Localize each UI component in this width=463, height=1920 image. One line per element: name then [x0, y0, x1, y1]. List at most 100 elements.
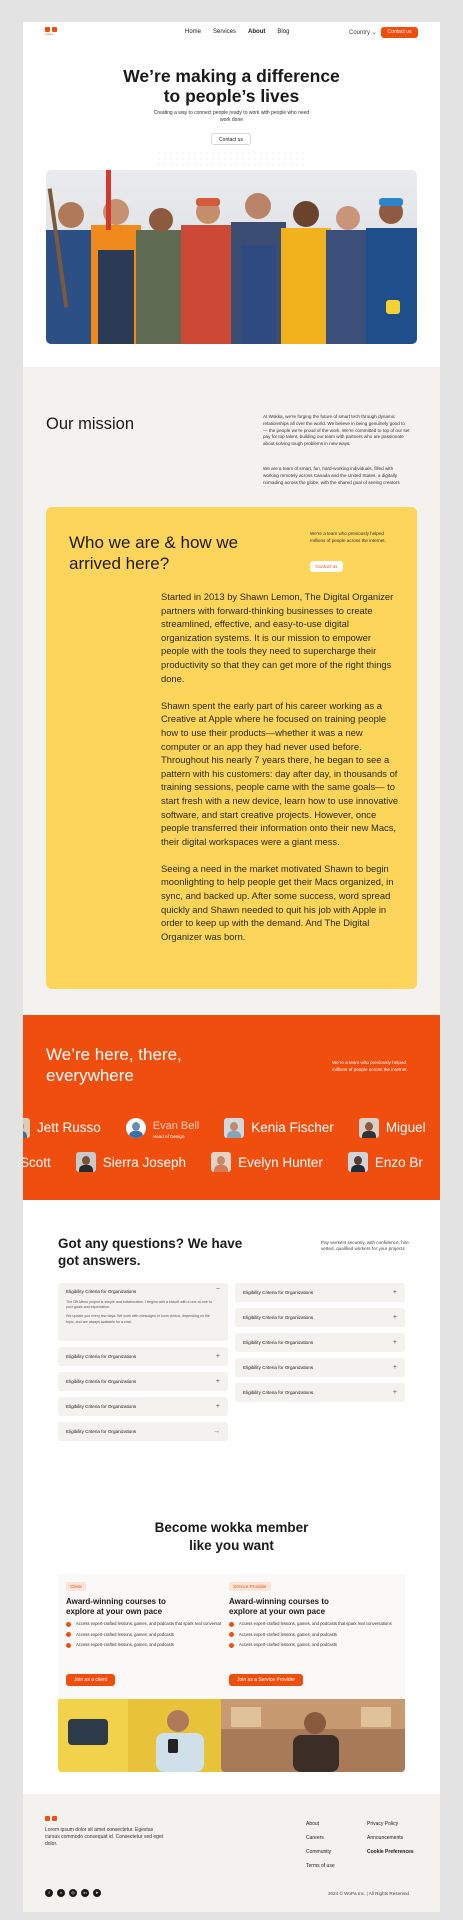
avatar [75, 1152, 96, 1172]
plus-icon[interactable]: + [393, 1308, 397, 1327]
nav-item-services[interactable]: Services [213, 29, 236, 35]
card-benefits: Access expert-crafted lessons, games, an… [229, 1621, 392, 1653]
footer: Lorem ipsum dolor sit amet consectetur. … [23, 1794, 440, 1912]
faq-question: Eligibility Criteria for Organizations [66, 1289, 137, 1294]
footer-link-privacy[interactable]: Privacy Policy [367, 1817, 414, 1831]
twitter-icon[interactable]: x [57, 1889, 65, 1897]
client-photo [58, 1699, 242, 1772]
member-card-client: Client Award-winning courses to explore … [58, 1574, 242, 1772]
benefit-text: Access expert-crafted lessons, games, an… [76, 1631, 174, 1637]
benefit-text: Access expert-crafted lessons, games, an… [239, 1642, 337, 1648]
plus-icon[interactable]: + [393, 1283, 397, 1302]
hero-title: We’re making a difference to people’s li… [23, 66, 440, 106]
who-card: Who we are & how we arrived here? We’re … [46, 507, 417, 989]
card-benefits: Access expert-crafted lessons, games, an… [66, 1621, 229, 1653]
avatar [224, 1117, 245, 1138]
join-client-button[interactable]: Join as a client [66, 1674, 116, 1686]
faq-question: Eligibility Criteria for Organizations [66, 1354, 137, 1359]
top-nav: wokka Home Services About Blog Country ⌄… [23, 22, 440, 44]
footer-logo[interactable] [45, 1816, 59, 1827]
hero-contact-button[interactable]: Contact us [211, 133, 251, 145]
benefit-item: Access expert-crafted lessons, games, an… [66, 1632, 229, 1638]
faq-question: Eligibility Criteria for Organizations [243, 1315, 314, 1320]
facebook-icon[interactable]: f [45, 1889, 53, 1897]
people-row-1: Jett Russo Evan Bell Head of Design Keni… [23, 1116, 440, 1139]
country-select[interactable]: Country ⌄ [349, 29, 377, 36]
person-card: Enzo Br [347, 1152, 423, 1172]
people-row-2: Scott Sierra Joseph Evelyn Hunter Enzo B… [23, 1152, 440, 1172]
nav-item-home[interactable]: Home [185, 29, 201, 35]
plus-icon[interactable]: + [393, 1358, 397, 1377]
nav-item-about[interactable]: About [248, 29, 265, 35]
faq-item[interactable]: Eligibility Criteria for Organizations + [58, 1397, 228, 1416]
hero-title-line2: to people’s lives [163, 86, 300, 106]
who-aside: We’re a team who previously helped milli… [310, 531, 386, 543]
faq-aside: Pay workers securely, with confidence, h… [321, 1240, 409, 1252]
faq-item[interactable]: Eligibility Criteria for Organizations + [235, 1283, 405, 1302]
benefit-item: Access expert-crafted lessons, games, an… [66, 1642, 229, 1648]
faq-column-right: Eligibility Criteria for Organizations + … [235, 1283, 405, 1408]
faq-question: Eligibility Criteria for Organizations [243, 1390, 314, 1395]
footer-link-terms[interactable]: Terms of use [306, 1859, 335, 1873]
plus-icon[interactable]: + [393, 1333, 397, 1352]
faq-item[interactable]: Eligibility Criteria for Organizations + [58, 1347, 228, 1366]
member-title-line2: like you want [189, 1538, 274, 1553]
person-role: Head of Design [152, 1134, 185, 1139]
benefit-text: Access expert-crafted lessons, games, an… [76, 1621, 229, 1626]
check-icon [66, 1632, 71, 1638]
avatar [347, 1152, 368, 1172]
benefit-item: Access expert-crafted lessons, games, an… [229, 1632, 392, 1638]
footer-links-1: About Careers Community Terms of use [306, 1817, 335, 1873]
plus-icon[interactable]: + [216, 1347, 220, 1366]
arrow-right-icon[interactable]: → [213, 1422, 220, 1441]
footer-link-careers[interactable]: Careers [306, 1831, 335, 1845]
faq-question: Eligibility Criteria for Organizations [66, 1404, 137, 1409]
footer-link-community[interactable]: Community [306, 1845, 335, 1859]
person-card: Miguel [358, 1117, 426, 1138]
plus-icon[interactable]: + [216, 1397, 220, 1416]
check-icon [66, 1642, 71, 1648]
avatar [211, 1152, 232, 1172]
mission-section: Our mission At Wokka, we’re forging the … [23, 367, 440, 491]
footer-link-cookies[interactable]: Cookie Preferences [367, 1845, 414, 1859]
logo[interactable]: wokka [45, 27, 59, 38]
card-title: Award-winning courses to explore at your… [229, 1597, 329, 1616]
person-name: Evan Bell [152, 1120, 200, 1132]
footer-link-about[interactable]: About [306, 1817, 335, 1831]
faq-question: Eligibility Criteria for Organizations [66, 1429, 137, 1434]
faq-item[interactable]: Eligibility Criteria for Organizations −… [58, 1283, 228, 1341]
telegram-icon[interactable]: ➤ [93, 1889, 101, 1897]
faq-item[interactable]: Eligibility Criteria for Organizations + [58, 1372, 228, 1391]
hero-subtitle: Creating a way to connect people ready t… [153, 110, 310, 123]
faq-item[interactable]: Eligibility Criteria for Organizations + [235, 1333, 405, 1352]
benefit-text: Access expert-crafted lessons, games, an… [76, 1642, 174, 1648]
card-tag: Client [66, 1582, 86, 1591]
nav-item-blog[interactable]: Blog [277, 29, 289, 35]
footer-link-announcements[interactable]: Announcements [367, 1831, 414, 1845]
join-provider-button[interactable]: Join as a Service Provider [229, 1674, 304, 1686]
member-title-line1: Become wokka member [154, 1520, 309, 1535]
check-icon [229, 1632, 234, 1638]
instagram-icon[interactable]: ◎ [69, 1889, 77, 1897]
plus-icon[interactable]: + [216, 1372, 220, 1391]
person-card: Jett Russo [23, 1117, 101, 1138]
avatar [23, 1117, 30, 1138]
country-label: Country [349, 30, 371, 36]
nav-menu: Home Services About Blog [185, 29, 289, 35]
everywhere-section: We’re here, there, everywhere We’re a te… [23, 1015, 440, 1200]
minus-icon[interactable]: − [216, 1286, 220, 1293]
person-name: Jett Russo [37, 1120, 101, 1135]
faq-item[interactable]: Eligibility Criteria for Organizations + [235, 1358, 405, 1377]
faq-item[interactable]: Eligibility Criteria for Organizations + [235, 1308, 405, 1327]
linkedin-icon[interactable]: in [81, 1889, 89, 1897]
faq-item[interactable]: Eligibility Criteria for Organizations + [235, 1383, 405, 1402]
chevron-down-icon: ⌄ [371, 30, 377, 36]
contact-button[interactable]: Contact us [381, 27, 418, 38]
plus-icon[interactable]: + [393, 1383, 397, 1402]
hero-title-line1: We’re making a difference [123, 66, 340, 86]
who-contact-button[interactable]: Contact us [310, 561, 343, 572]
benefit-text: Access expert-crafted lessons, games, an… [239, 1631, 337, 1637]
faq-answer: The Off-Menu project is simple and colla… [66, 1300, 216, 1325]
who-title: Who we are & how we arrived here? [69, 533, 239, 573]
faq-item[interactable]: Eligibility Criteria for Organizations → [58, 1422, 228, 1441]
